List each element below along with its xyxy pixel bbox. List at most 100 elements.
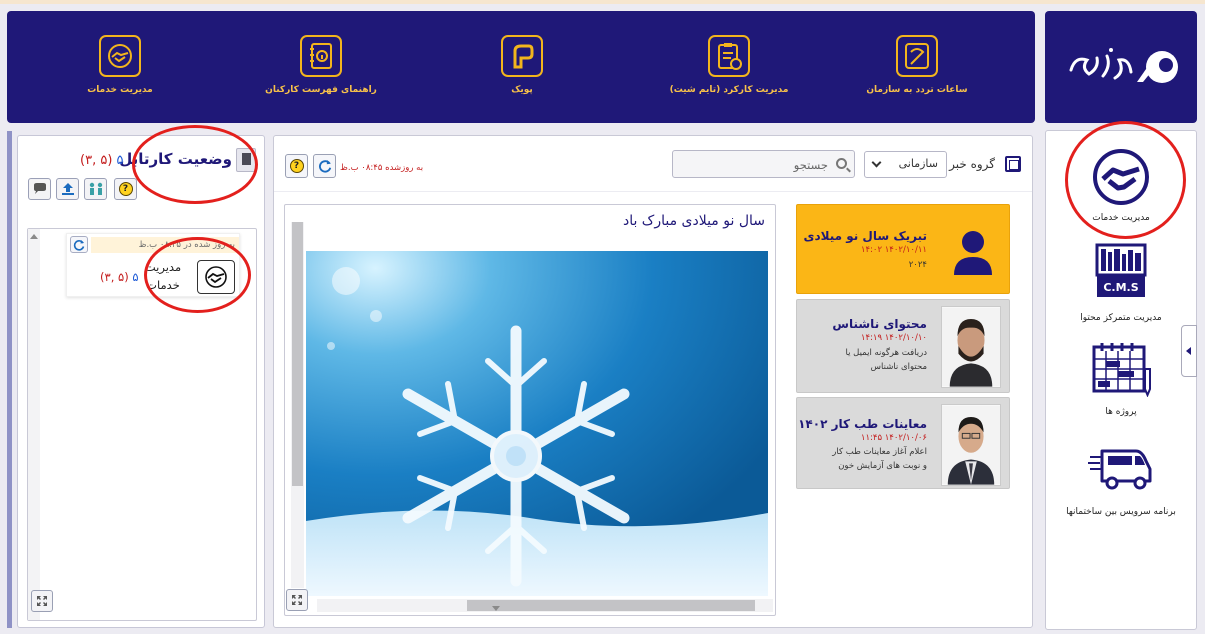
- nav-attendance-label: ساعات تردد به سازمان: [866, 85, 968, 95]
- cms-icon: C.M.S: [1095, 243, 1147, 297]
- users-icon: [89, 182, 102, 195]
- document-icon: [236, 148, 256, 172]
- news-group-value: سازمانی: [898, 157, 938, 170]
- news-item-title: محتوای ناشناس: [832, 317, 927, 331]
- sidebar-item-shuttle[interactable]: برنامه سرویس بین ساختمانها: [1046, 443, 1196, 517]
- news-update-time: به روزشده ۰۸:۴۵ ب.ظ: [340, 163, 424, 173]
- news-list: تبریک سال نو میلادی ۱۴۰۲/۱۰/۱۱ ۱۴:۰۲ ۲۰۲…: [796, 204, 1012, 589]
- top-navbar: ساعات تردد به سازمان مدیریت کارکرد (تایم…: [7, 11, 1035, 123]
- news-item-desc: دریافت هرگونه ایمیل یا محتوای ناشناس: [845, 348, 928, 372]
- chat-icon: [33, 183, 46, 194]
- news-item-photo: [941, 306, 1001, 388]
- news-group-label: گروه خبر: [949, 157, 995, 171]
- service-name: مدیریت خدمات: [144, 260, 182, 292]
- nooran-logo-icon: [1069, 48, 1178, 83]
- news-group-icon: [1005, 156, 1021, 172]
- cartable-count-detail: (۵ ,۳): [80, 153, 113, 168]
- refresh-button[interactable]: [70, 236, 88, 253]
- nav-timesheet[interactable]: مدیریت کارکرد (تایم شیت): [654, 35, 804, 115]
- cartable-list: به روز شده در ۰۸:۴۵ ب.ظ مدیریت خدمات ۵ (…: [27, 228, 257, 621]
- news-item-title: معاینات طب کار ۱۴۰۲: [798, 417, 927, 431]
- nav-timesheet-label: مدیریت کارکرد (تایم شیت): [669, 85, 789, 95]
- scroll-down-icon[interactable]: [492, 606, 500, 611]
- pouik-logo-icon: [501, 35, 543, 77]
- attendance-badge-icon: [896, 35, 938, 77]
- news-item-date: ۱۴۰۲/۱۰/۰۶ ۱۱:۴۵: [860, 433, 927, 443]
- sidebar-collapse-toggle[interactable]: [1181, 325, 1197, 377]
- news-help-button[interactable]: ?: [285, 154, 308, 178]
- sidebar-item-projects[interactable]: پروژه ها: [1046, 341, 1196, 417]
- expand-icon: [292, 595, 302, 605]
- service-update-time: به روز شده در ۰۸:۴۵ ب.ظ: [91, 237, 239, 253]
- nav-staff-directory-label: راهنمای فهرست کارکنان: [265, 85, 377, 95]
- chevron-down-icon: [871, 157, 882, 168]
- news-item-desc: ۲۰۲۴: [908, 260, 927, 270]
- right-sidebar: مدیریت خدمات C.M.S مدیریت متمرکز محتوا پ…: [1045, 130, 1197, 630]
- cartable-service-card[interactable]: به روز شده در ۰۸:۴۵ ب.ظ مدیریت خدمات ۵ (…: [66, 233, 240, 297]
- cartable-scrollbar[interactable]: [28, 229, 40, 620]
- cms-badge-text: C.M.S: [1103, 281, 1138, 294]
- news-item-photo: [941, 404, 1001, 486]
- nav-service-management[interactable]: مدیریت خدمات: [45, 35, 195, 115]
- upload-button[interactable]: [56, 178, 79, 200]
- nav-service-management-label: مدیریت خدمات: [87, 85, 153, 95]
- service-count-total: ۵: [132, 270, 139, 284]
- search-icon: [836, 158, 847, 169]
- nav-attendance[interactable]: ساعات تردد به سازمان: [842, 35, 992, 115]
- top-strip: [0, 0, 1205, 4]
- users-button[interactable]: [84, 178, 107, 200]
- user-avatar-icon: [954, 231, 992, 275]
- shuttle-van-icon: [1088, 449, 1152, 490]
- cartable-count-total: ۵: [116, 153, 124, 168]
- scroll-up-icon[interactable]: [30, 234, 38, 239]
- service-count: ۵ (۵ ,۳): [100, 270, 139, 284]
- timesheet-clipboard-icon: [708, 35, 750, 77]
- sidebar-item-label: مدیریت خدمات: [1092, 213, 1150, 223]
- news-detail: سال نو میلادی مبارک باد: [284, 204, 776, 616]
- handshake-icon: [1093, 149, 1149, 205]
- sidebar-item-label: برنامه سرویس بین ساختمانها: [1066, 507, 1176, 517]
- left-accent-bar: [7, 131, 12, 628]
- refresh-icon: [73, 239, 85, 251]
- project-calendar-icon: [1092, 343, 1151, 397]
- scrollbar-thumb[interactable]: [467, 600, 755, 611]
- scrollbar-thumb[interactable]: [292, 222, 303, 486]
- news-item-date: ۱۴۰۲/۱۰/۱۰ ۱۴:۱۹: [860, 333, 927, 343]
- news-item[interactable]: محتوای ناشناس ۱۴۰۲/۱۰/۱۰ ۱۴:۱۹ دریافت هر…: [796, 299, 1010, 393]
- news-item[interactable]: معاینات طب کار ۱۴۰۲ ۱۴۰۲/۱۰/۰۶ ۱۱:۴۵ اعل…: [796, 397, 1010, 489]
- help-icon: ?: [118, 182, 133, 196]
- news-toolbar: گروه خبر سازمانی جستجو به روزشده ۰۸:۴۵ ب…: [274, 136, 1032, 192]
- expand-icon: [37, 596, 47, 606]
- news-item-desc: اعلام آغاز معاینات طب کار و نوبت های آزم…: [832, 447, 927, 471]
- news-panel: گروه خبر سازمانی جستجو به روزشده ۰۸:۴۵ ب…: [273, 135, 1033, 628]
- cartable-expand-button[interactable]: [31, 590, 53, 612]
- chat-button[interactable]: [28, 178, 51, 200]
- detail-horizontal-scrollbar[interactable]: [317, 599, 773, 612]
- detail-expand-button[interactable]: [286, 589, 308, 611]
- upload-icon: [61, 183, 74, 195]
- handshake-icon: [197, 260, 235, 294]
- service-count-detail: (۵ ,۳): [100, 270, 129, 284]
- news-group-select[interactable]: سازمانی: [864, 151, 947, 178]
- cartable-count: ۵ (۵ ,۳): [80, 153, 124, 168]
- staff-directory-icon: [300, 35, 342, 77]
- news-item[interactable]: تبریک سال نو میلادی ۱۴۰۲/۱۰/۱۱ ۱۴:۰۲ ۲۰۲…: [796, 204, 1010, 294]
- nav-pouik[interactable]: پویک: [447, 35, 597, 115]
- sidebar-item-service-management[interactable]: مدیریت خدمات: [1046, 145, 1196, 223]
- brand-logo[interactable]: [1045, 11, 1197, 123]
- news-item-title: تبریک سال نو میلادی: [803, 229, 927, 243]
- sidebar-item-label: پروژه ها: [1105, 407, 1137, 417]
- news-refresh-button[interactable]: [313, 154, 336, 178]
- help-icon: ?: [289, 159, 304, 173]
- news-item-date: ۱۴۰۲/۱۰/۱۱ ۱۴:۰۲: [860, 245, 927, 255]
- news-search-input[interactable]: جستجو: [672, 150, 855, 178]
- sidebar-item-label: مدیریت متمرکز محتوا: [1080, 313, 1162, 323]
- refresh-icon: [318, 160, 331, 173]
- help-button[interactable]: ?: [114, 178, 137, 200]
- cartable-title: وضعیت کارتابل: [119, 150, 232, 168]
- detail-vertical-scrollbar[interactable]: [291, 222, 304, 588]
- snowflake-image: [306, 251, 768, 596]
- sidebar-item-cms[interactable]: C.M.S مدیریت متمرکز محتوا: [1046, 243, 1196, 323]
- handshake-icon: [99, 35, 141, 77]
- nav-staff-directory[interactable]: راهنمای فهرست کارکنان: [246, 35, 396, 115]
